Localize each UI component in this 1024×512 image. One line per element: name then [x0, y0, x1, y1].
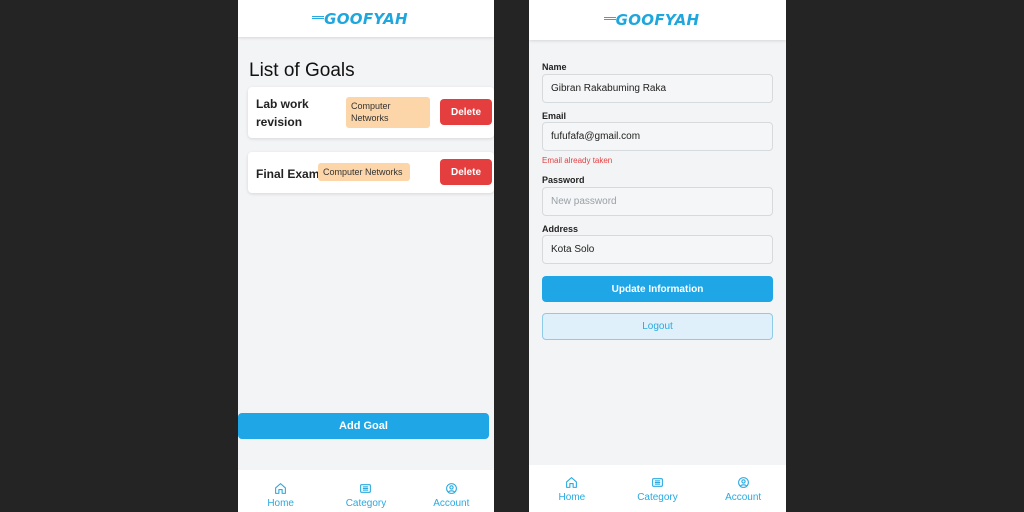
nav-label: Category — [637, 492, 678, 503]
nav-item-category[interactable]: Category — [622, 476, 692, 503]
email-error: Email already taken — [542, 156, 613, 165]
address-label: Address — [542, 224, 579, 234]
logo-text: GOOFYAH — [324, 9, 408, 28]
address-field[interactable]: Kota Solo — [542, 235, 773, 264]
email-field[interactable]: fufufafa@gmail.com — [542, 122, 773, 151]
password-field[interactable]: New password — [542, 187, 773, 216]
account-icon — [737, 477, 749, 488]
delete-goal-button[interactable]: Delete — [440, 159, 492, 185]
delete-goal-button[interactable]: Delete — [440, 99, 492, 125]
nav-item-account[interactable]: Account — [708, 476, 778, 503]
category-icon — [360, 484, 372, 493]
app-header: GOOFYAH — [529, 0, 786, 40]
logout-button[interactable]: Logout — [542, 313, 773, 340]
account-screen: GOOFYAH Name Gibran Rakabuming Raka Emai… — [529, 0, 786, 512]
nav-item-home[interactable]: Home — [537, 476, 607, 503]
bottom-nav: Home Category Account — [238, 470, 494, 512]
app-logo[interactable]: GOOFYAH — [603, 11, 700, 29]
add-goal-button[interactable]: Add Goal — [238, 413, 489, 439]
nav-item-account[interactable]: Account — [416, 482, 486, 509]
home-icon — [566, 477, 578, 488]
nav-label: Home — [558, 492, 586, 503]
goal-title: Lab work revision — [256, 97, 309, 129]
nav-label: Home — [267, 498, 294, 509]
goals-screen: GOOFYAH List of Goals Lab work revision … — [238, 0, 494, 512]
bottom-nav: Home Category Account — [529, 465, 786, 512]
nav-label: Category — [345, 498, 387, 509]
email-label: Email — [542, 111, 567, 121]
page-title: List of Goals — [249, 60, 355, 81]
category-icon — [652, 478, 663, 487]
name-label: Name — [542, 62, 567, 72]
nav-label: Account — [725, 492, 762, 503]
goal-title: Final Exam — [256, 167, 320, 181]
category-tag: Computer Networks — [318, 163, 410, 181]
update-information-button[interactable]: Update Information — [542, 276, 773, 302]
logo-streaks-icon — [312, 15, 325, 23]
category-tag: Computer Networks — [346, 97, 430, 128]
password-label: Password — [542, 175, 585, 185]
account-icon — [445, 483, 457, 494]
nav-label: Account — [433, 498, 470, 509]
nav-item-home[interactable]: Home — [246, 482, 316, 509]
nav-item-category[interactable]: Category — [331, 482, 401, 509]
logo-text: GOOFYAH — [615, 11, 700, 29]
logo-streaks-icon — [603, 16, 616, 24]
app-logo[interactable]: GOOFYAH — [312, 9, 408, 28]
home-icon — [275, 483, 287, 494]
app-header: GOOFYAH — [238, 0, 494, 37]
goal-card[interactable]: Lab work revision Computer Networks Dele… — [248, 87, 494, 138]
name-field[interactable]: Gibran Rakabuming Raka — [542, 74, 773, 103]
goal-card[interactable]: Final Exam Computer Networks Delete — [248, 152, 494, 193]
